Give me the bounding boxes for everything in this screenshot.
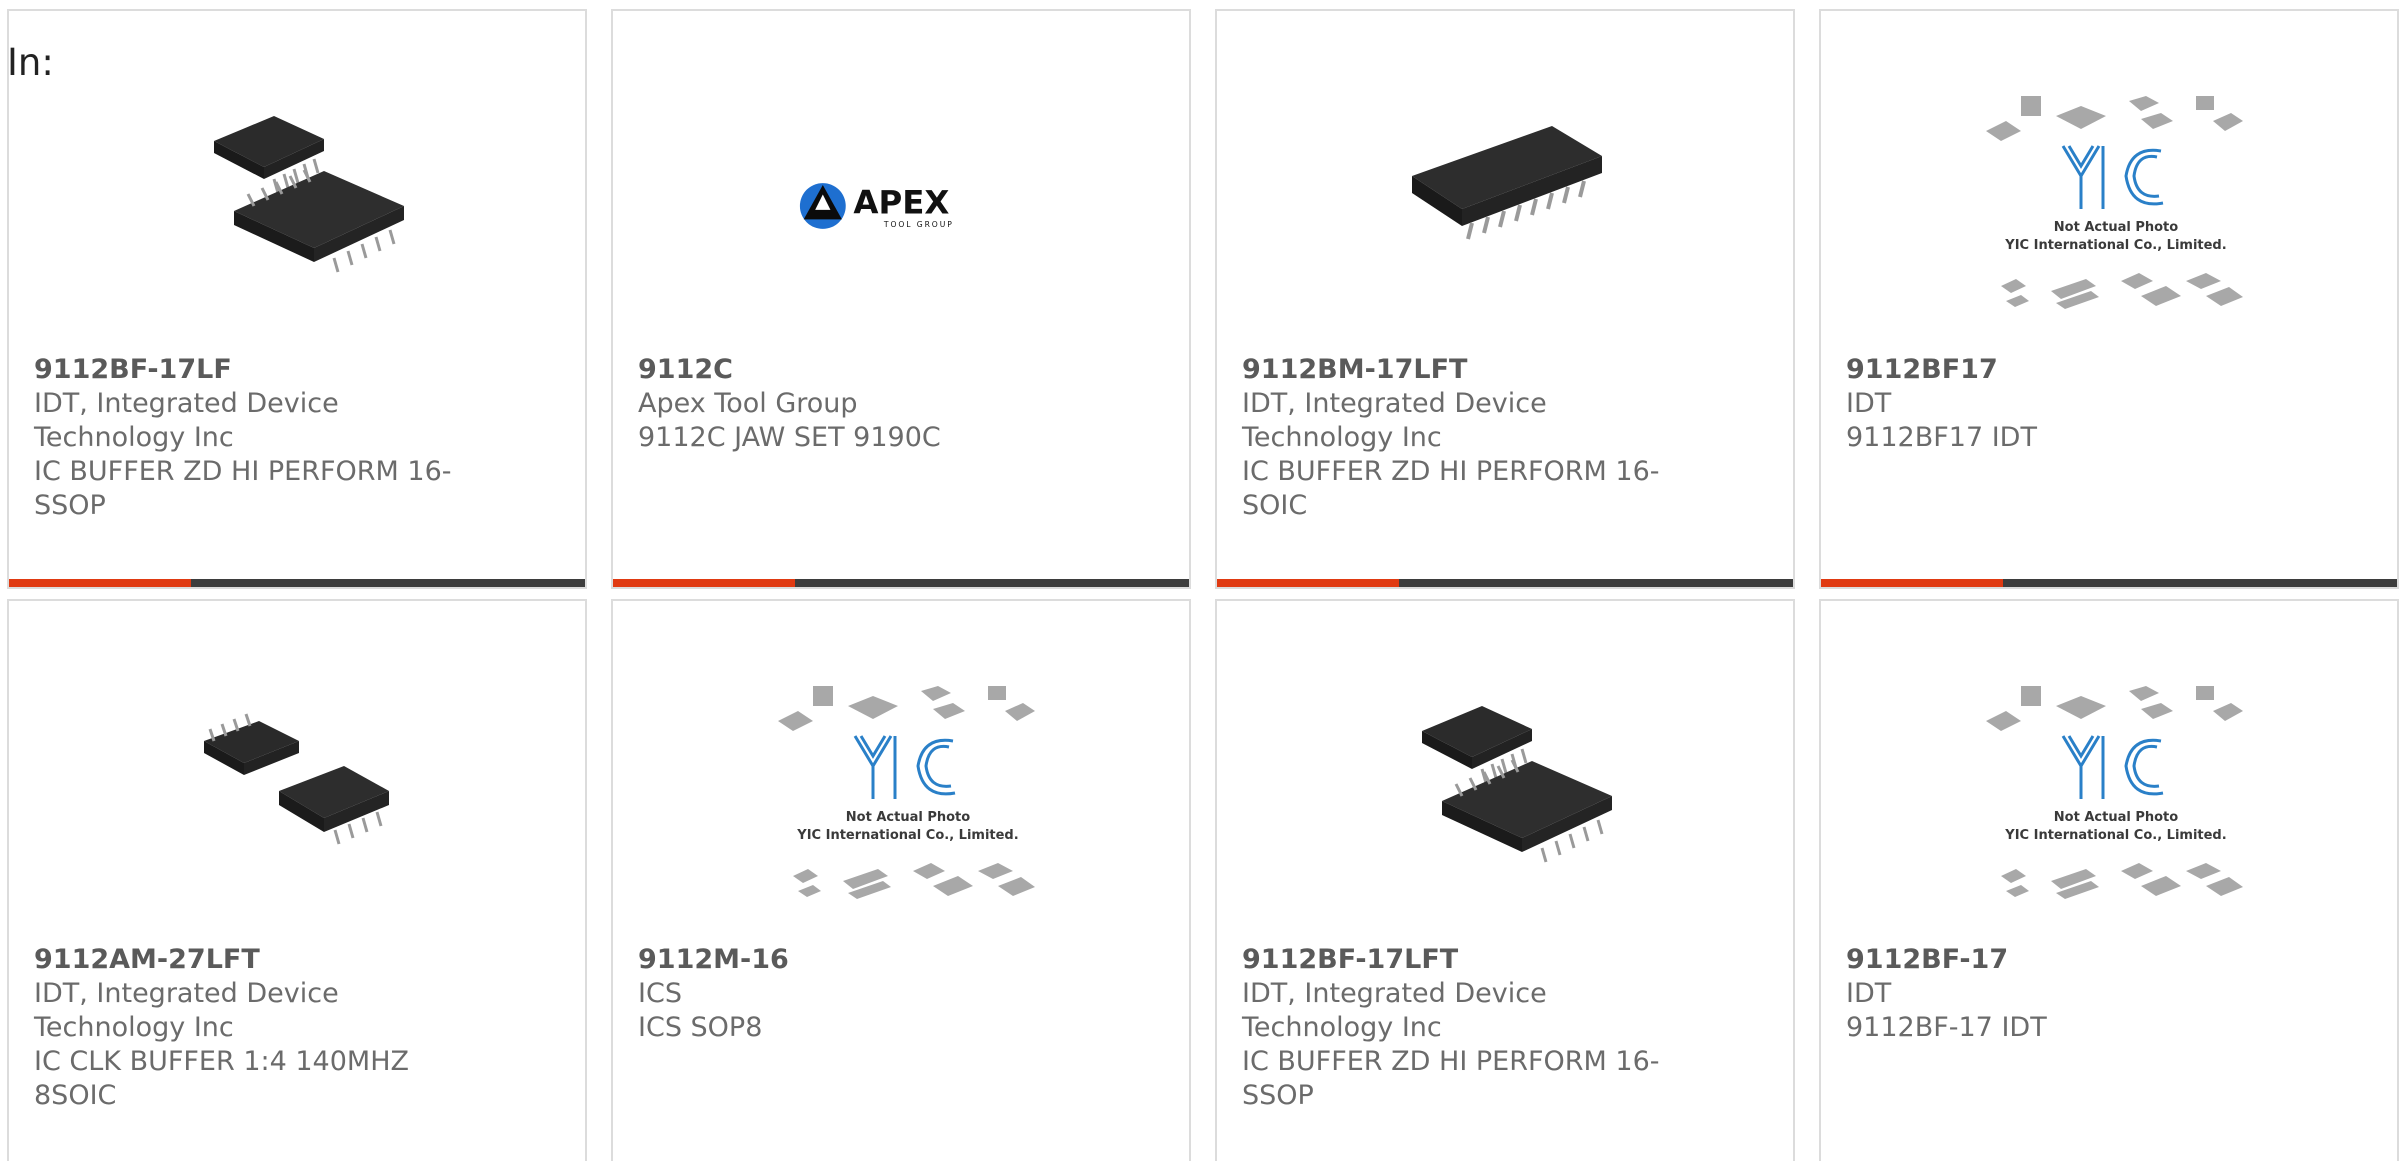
part-number[interactable]: 9112BF-17LFT [1242, 943, 1662, 977]
card-footer-accent [1217, 579, 1399, 587]
product-card[interactable]: 9112BM-17LFT IDT, Integrated Device Tech… [1215, 9, 1795, 589]
manufacturer: ICS [638, 978, 682, 1009]
filter-label: In: [7, 41, 54, 84]
product-image[interactable]: Not Actual Photo YIC International Co., … [1981, 681, 2251, 921]
product-card[interactable]: 9112BF-17LFT IDT, Integrated Device Tech… [1215, 599, 1795, 1161]
chip-soic8-icon [204, 713, 389, 845]
card-footer-bar [9, 579, 585, 587]
product-card[interactable]: APEX TOOL GROUP 9112C Apex Tool Group 91… [611, 9, 1191, 589]
product-description: IC BUFFER ZD HI PERFORM 16-SSOP [34, 456, 452, 521]
product-info: 9112BF-17LFT IDT, Integrated Device Tech… [1242, 943, 1662, 1113]
manufacturer: IDT, Integrated Device Technology Inc [34, 978, 339, 1043]
placeholder-line1: Not Actual Photo [2054, 220, 2178, 235]
product-image[interactable] [194, 671, 404, 881]
manufacturer: IDT, Integrated Device Technology Inc [1242, 388, 1547, 453]
product-info: 9112BF-17LF IDT, Integrated Device Techn… [34, 353, 454, 523]
product-grid: 9112BF-17LF IDT, Integrated Device Techn… [7, 9, 2399, 1161]
product-image[interactable] [1402, 81, 1612, 291]
placeholder-line2: YIC International Co., Limited. [2004, 828, 2226, 843]
product-info: 9112BF17 IDT 9112BF17 IDT [1846, 353, 2266, 455]
product-description: 9112BF17 IDT [1846, 422, 2037, 453]
part-number[interactable]: 9112AM-27LFT [34, 943, 454, 977]
product-info: 9112AM-27LFT IDT, Integrated Device Tech… [34, 943, 454, 1113]
product-description: ICS SOP8 [638, 1012, 763, 1043]
product-info: 9112BF-17 IDT 9112BF-17 IDT [1846, 943, 2266, 1045]
chip-soic16-icon [1412, 126, 1602, 240]
apex-logo-subtext: TOOL GROUP [883, 220, 954, 229]
product-image[interactable] [1402, 671, 1612, 881]
chip-ssop16-icon [1422, 706, 1612, 863]
chip-ssop16-icon [214, 116, 404, 273]
product-card[interactable]: Not Actual Photo YIC International Co., … [1819, 9, 2399, 589]
product-image[interactable] [194, 81, 404, 291]
card-footer-bar [1217, 579, 1793, 587]
placeholder-line2: YIC International Co., Limited. [2004, 238, 2226, 253]
part-number[interactable]: 9112BF-17 [1846, 943, 2266, 977]
placeholder-line1: Not Actual Photo [846, 810, 970, 825]
card-footer-bar [613, 579, 1189, 587]
part-number[interactable]: 9112BM-17LFT [1242, 353, 1662, 387]
part-number[interactable]: 9112C [638, 353, 1058, 387]
placeholder-line1: Not Actual Photo [2054, 810, 2178, 825]
product-image[interactable]: Not Actual Photo YIC International Co., … [773, 681, 1043, 921]
manufacturer: IDT [1846, 388, 1892, 419]
manufacturer: IDT, Integrated Device Technology Inc [1242, 978, 1547, 1043]
product-card[interactable]: 9112BF-17LF IDT, Integrated Device Techn… [7, 9, 587, 589]
product-description: 9112BF-17 IDT [1846, 1012, 2047, 1043]
product-card[interactable]: Not Actual Photo YIC International Co., … [611, 599, 1191, 1161]
product-card[interactable]: 9112AM-27LFT IDT, Integrated Device Tech… [7, 599, 587, 1161]
apex-logo-text: APEX [853, 184, 949, 222]
card-footer-bar [1821, 579, 2397, 587]
product-grid-page: In: 9112BF-17LF IDT, Integrated Device T… [0, 0, 2400, 1161]
manufacturer: Apex Tool Group [638, 388, 858, 419]
part-number[interactable]: 9112BF17 [1846, 353, 2266, 387]
manufacturer: IDT [1846, 978, 1892, 1009]
yic-placeholder-icon: Not Actual Photo YIC International Co., … [1986, 686, 2243, 899]
part-number[interactable]: 9112M-16 [638, 943, 1058, 977]
card-footer-accent [613, 579, 795, 587]
product-info: 9112BM-17LFT IDT, Integrated Device Tech… [1242, 353, 1662, 523]
manufacturer: IDT, Integrated Device Technology Inc [34, 388, 339, 453]
placeholder-line2: YIC International Co., Limited. [796, 828, 1018, 843]
product-description: IC CLK BUFFER 1:4 140MHZ 8SOIC [34, 1046, 409, 1111]
card-footer-accent [9, 579, 191, 587]
product-description: 9112C JAW SET 9190C [638, 422, 941, 453]
apex-logo-icon: APEX TOOL GROUP [799, 183, 954, 229]
product-description: IC BUFFER ZD HI PERFORM 16-SSOP [1242, 1046, 1660, 1111]
card-footer-accent [1821, 579, 2003, 587]
product-info: 9112C Apex Tool Group 9112C JAW SET 9190… [638, 353, 1058, 455]
product-image[interactable]: APEX TOOL GROUP [798, 101, 1008, 311]
yic-placeholder-icon: Not Actual Photo YIC International Co., … [1986, 96, 2243, 309]
yic-placeholder-icon: Not Actual Photo YIC International Co., … [778, 686, 1035, 899]
product-info: 9112M-16 ICS ICS SOP8 [638, 943, 1058, 1045]
product-description: IC BUFFER ZD HI PERFORM 16-SOIC [1242, 456, 1660, 521]
product-image[interactable]: Not Actual Photo YIC International Co., … [1981, 91, 2251, 331]
part-number[interactable]: 9112BF-17LF [34, 353, 454, 387]
product-card[interactable]: Not Actual Photo YIC International Co., … [1819, 599, 2399, 1161]
